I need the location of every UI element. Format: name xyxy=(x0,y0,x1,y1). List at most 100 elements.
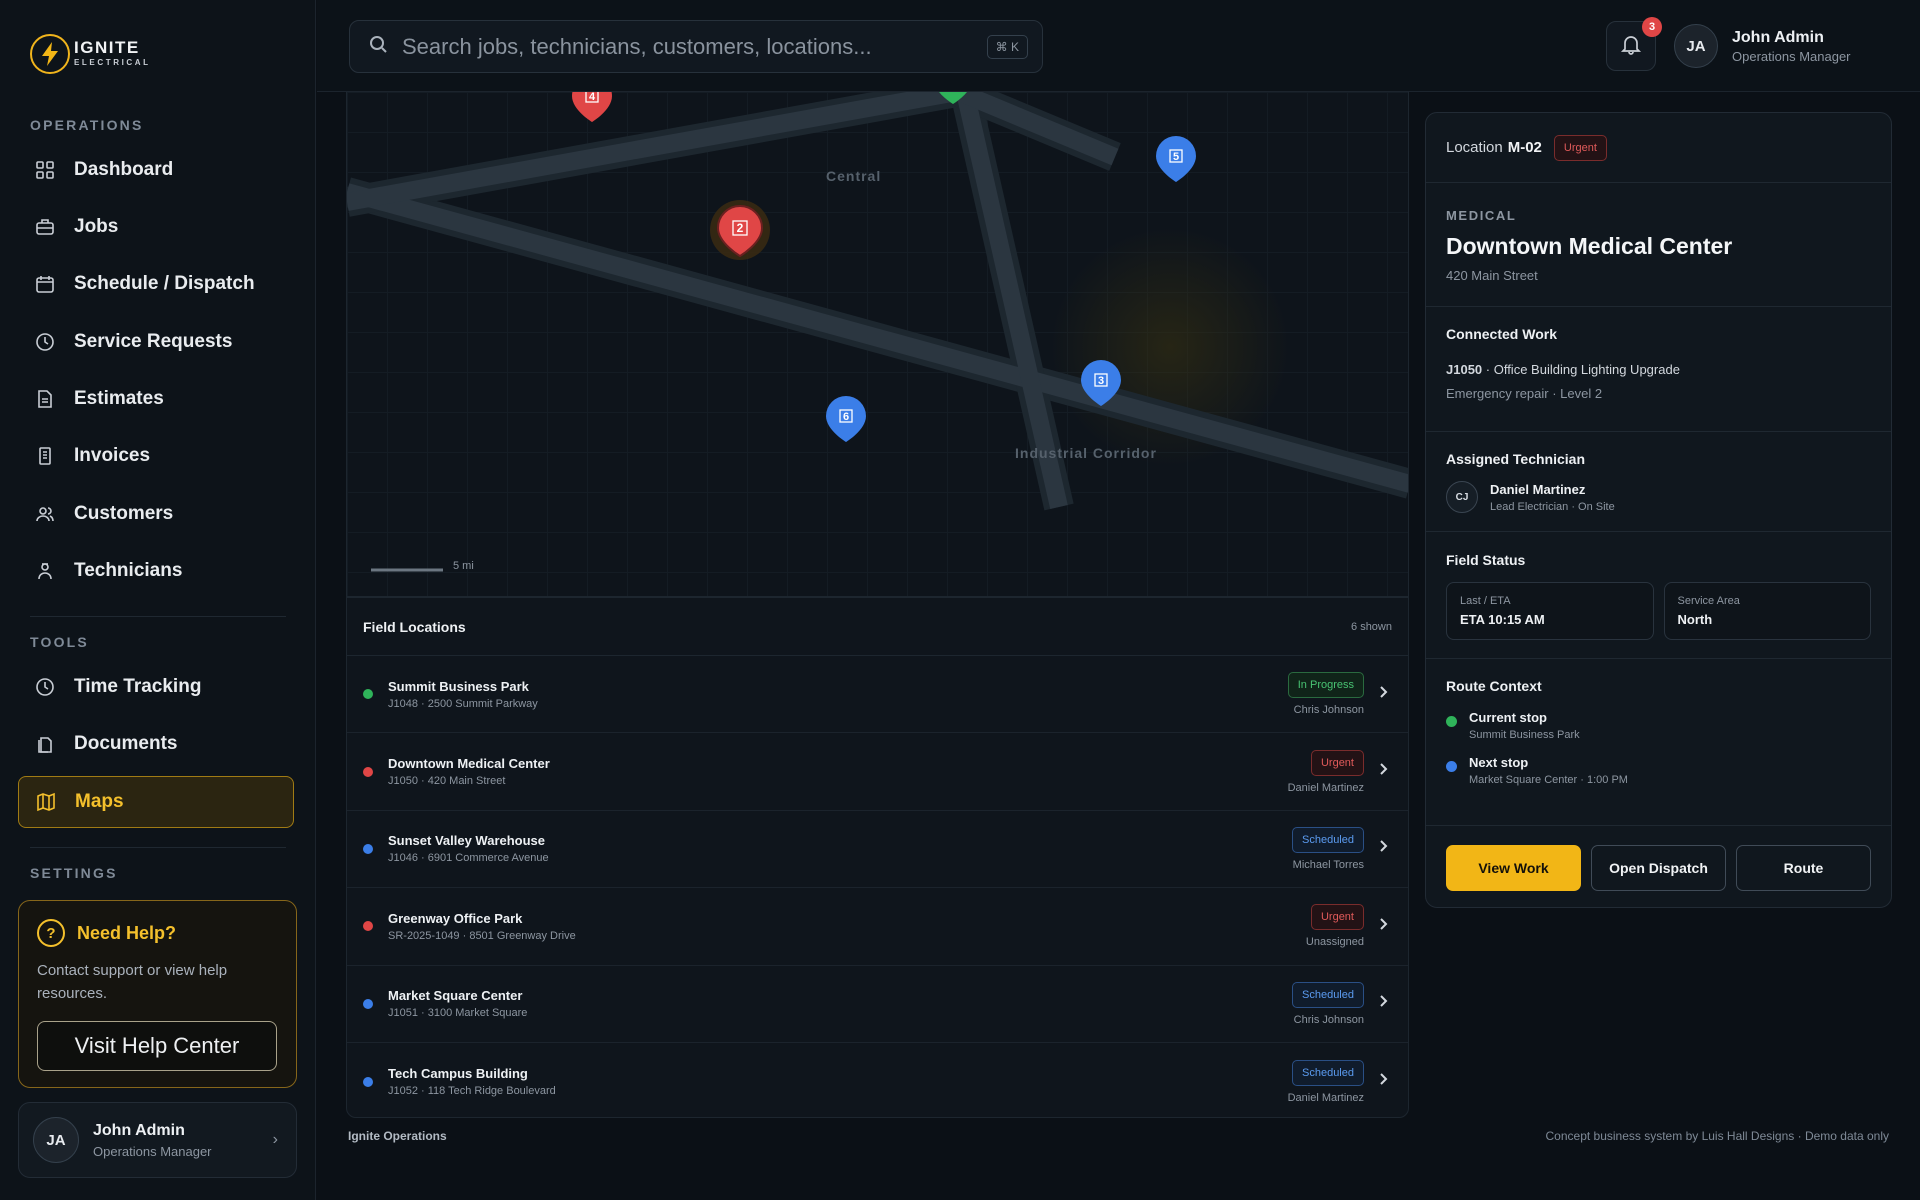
location-id: M-02 xyxy=(1507,139,1542,156)
bolt-icon xyxy=(30,34,70,74)
section-settings: SETTINGS xyxy=(30,865,118,881)
connected-work-title: Connected Work xyxy=(1446,326,1557,342)
status-badge: Urgent xyxy=(1310,749,1364,776)
top-header: ⌘ K 3 JA John Admin Operations Manager xyxy=(317,0,1920,92)
location-technician: Unassigned xyxy=(1305,936,1364,949)
location-label: Location xyxy=(1446,139,1503,156)
location-technician: Chris Johnson xyxy=(1293,1013,1364,1026)
list-item[interactable]: Market Square Center J1051 · 3100 Market… xyxy=(347,966,1408,1043)
location-title: Downtown Medical Center xyxy=(1446,233,1733,259)
next-stop: Next stop Market Square Center · 1:00 PM xyxy=(1446,755,1871,786)
search-bar[interactable]: ⌘ K xyxy=(349,20,1043,73)
nav-invoices[interactable]: Invoices xyxy=(18,430,294,482)
location-detail-panel: Location M-02 Urgent MEDICAL Downtown Me… xyxy=(1425,112,1892,908)
header-user-menu[interactable]: JA John Admin Operations Manager xyxy=(1674,24,1851,68)
status-badge: Urgent xyxy=(1553,134,1607,161)
location-category: MEDICAL xyxy=(1446,208,1517,223)
map-pin-number: 3 xyxy=(1098,375,1104,387)
brand-logo[interactable]: IGNITE ELECTRICAL xyxy=(30,34,151,74)
status-dot xyxy=(363,921,373,932)
nav-schedule-dispatch[interactable]: Schedule / Dispatch xyxy=(18,258,294,310)
location-technician: Chris Johnson xyxy=(1293,704,1364,717)
service-area-box: Service Area North xyxy=(1663,582,1871,640)
list-item[interactable]: Summit Business Park J1048 · 2500 Summit… xyxy=(347,656,1408,734)
location-subtitle: J1046 · 6901 Commerce Avenue xyxy=(388,852,549,865)
next-stop-value: Market Square Center · 1:00 PM xyxy=(1469,774,1628,786)
map-pin[interactable]: 6 xyxy=(826,396,866,442)
status-badge: Urgent xyxy=(1310,904,1364,931)
nav-estimates[interactable]: Estimates xyxy=(18,373,294,425)
section-operations: OPERATIONS xyxy=(30,117,144,133)
technician-icon xyxy=(34,560,56,582)
chevron-right-icon xyxy=(1378,994,1392,1013)
notifications-button[interactable]: 3 xyxy=(1606,17,1662,71)
shortcut-hint: ⌘ K xyxy=(986,35,1028,59)
location-name: Market Square Center xyxy=(388,988,523,1004)
avatar: JA xyxy=(1674,24,1718,68)
nav-documents[interactable]: Documents xyxy=(18,718,294,770)
service-area-value: North xyxy=(1677,612,1713,627)
map-pin[interactable]: 2 xyxy=(710,200,770,260)
location-technician: Daniel Martinez xyxy=(1287,1091,1364,1104)
chevron-right-icon xyxy=(1378,839,1392,858)
list-item[interactable]: Sunset Valley Warehouse J1046 · 6901 Com… xyxy=(347,811,1408,889)
open-dispatch-button[interactable]: Open Dispatch xyxy=(1591,845,1726,891)
avatar: CJ xyxy=(1446,481,1478,513)
visit-help-center-button[interactable]: Visit Help Center xyxy=(37,1021,277,1071)
view-work-button[interactable]: View Work xyxy=(1446,845,1581,891)
help-card: ? Need Help? Contact support or view hel… xyxy=(18,900,297,1088)
brand-subtitle: ELECTRICAL xyxy=(74,58,151,67)
current-stop-value: Summit Business Park xyxy=(1469,729,1580,741)
list-item[interactable]: Greenway Office Park SR-2025-1049 · 8501… xyxy=(347,888,1408,966)
sidebar-user-card[interactable]: JA John Admin Operations Manager › xyxy=(18,1102,297,1178)
field-locations-title: Field Locations xyxy=(363,618,466,635)
map-view[interactable]: Central Industrial Corridor 5 mi 4 2 5 3… xyxy=(346,92,1409,597)
assigned-technician-title: Assigned Technician xyxy=(1446,451,1585,467)
nav-maps[interactable]: Maps xyxy=(18,776,294,828)
grid-icon xyxy=(34,159,56,181)
chevron-right-icon xyxy=(1378,917,1392,936)
footer-credit: Concept business system by Luis Hall Des… xyxy=(1545,1129,1890,1143)
nav-service-requests-label: Service Requests xyxy=(74,331,233,352)
list-item[interactable]: Downtown Medical Center J1050 · 420 Main… xyxy=(347,733,1408,811)
nav-technicians-label: Technicians xyxy=(74,560,183,581)
map-pin[interactable]: 5 xyxy=(1156,136,1196,182)
connected-job[interactable]: J1050 · Office Building Lighting Upgrade xyxy=(1446,362,1871,377)
technician-role: Lead Electrician · On Site xyxy=(1490,500,1615,513)
detail-header: Location M-02 Urgent xyxy=(1426,113,1891,183)
current-stop: Current stop Summit Business Park xyxy=(1446,710,1871,741)
document-icon xyxy=(34,388,56,410)
nav-time-tracking[interactable]: Time Tracking xyxy=(18,661,294,713)
map-pin-number: 5 xyxy=(1173,151,1179,163)
sidebar-divider xyxy=(30,616,286,617)
assigned-technician[interactable]: CJ Daniel Martinez Lead Electrician · On… xyxy=(1446,481,1871,513)
chevron-right-icon: › xyxy=(272,1131,278,1148)
status-dot xyxy=(363,843,373,854)
list-item[interactable]: Tech Campus Building J1052 · 118 Tech Ri… xyxy=(347,1043,1408,1120)
nav-customers-label: Customers xyxy=(74,503,174,524)
nav-service-requests[interactable]: Service Requests xyxy=(18,316,294,368)
status-dot xyxy=(363,689,373,700)
nav-time-tracking-label: Time Tracking xyxy=(74,676,202,697)
nav-technicians[interactable]: Technicians xyxy=(18,545,294,597)
nav-dashboard[interactable]: Dashboard xyxy=(18,144,294,196)
eta-box: Last / ETA ETA 10:15 AM xyxy=(1446,582,1654,640)
current-stop-label: Current stop xyxy=(1469,710,1547,725)
nav-customers[interactable]: Customers xyxy=(18,488,294,540)
chevron-right-icon xyxy=(1378,685,1392,704)
field-locations-panel: Field Locations 6 shown Summit Business … xyxy=(346,597,1409,1118)
next-stop-label: Next stop xyxy=(1469,755,1529,770)
status-badge: In Progress xyxy=(1287,672,1364,699)
nav-jobs[interactable]: Jobs xyxy=(18,201,294,253)
map-pin[interactable]: 4 xyxy=(572,92,612,122)
receipt-icon xyxy=(34,445,56,467)
search-input[interactable] xyxy=(402,33,962,60)
status-badge: Scheduled xyxy=(1292,826,1364,853)
eta-label: Last / ETA xyxy=(1460,595,1511,607)
user-role: Operations Manager xyxy=(1732,48,1851,64)
route-button[interactable]: Route xyxy=(1736,845,1871,891)
status-dot xyxy=(1446,716,1457,727)
job-name: · Office Building Lighting Upgrade xyxy=(1482,362,1680,377)
location-name: Greenway Office Park xyxy=(388,910,523,926)
bell-icon xyxy=(1620,33,1642,60)
